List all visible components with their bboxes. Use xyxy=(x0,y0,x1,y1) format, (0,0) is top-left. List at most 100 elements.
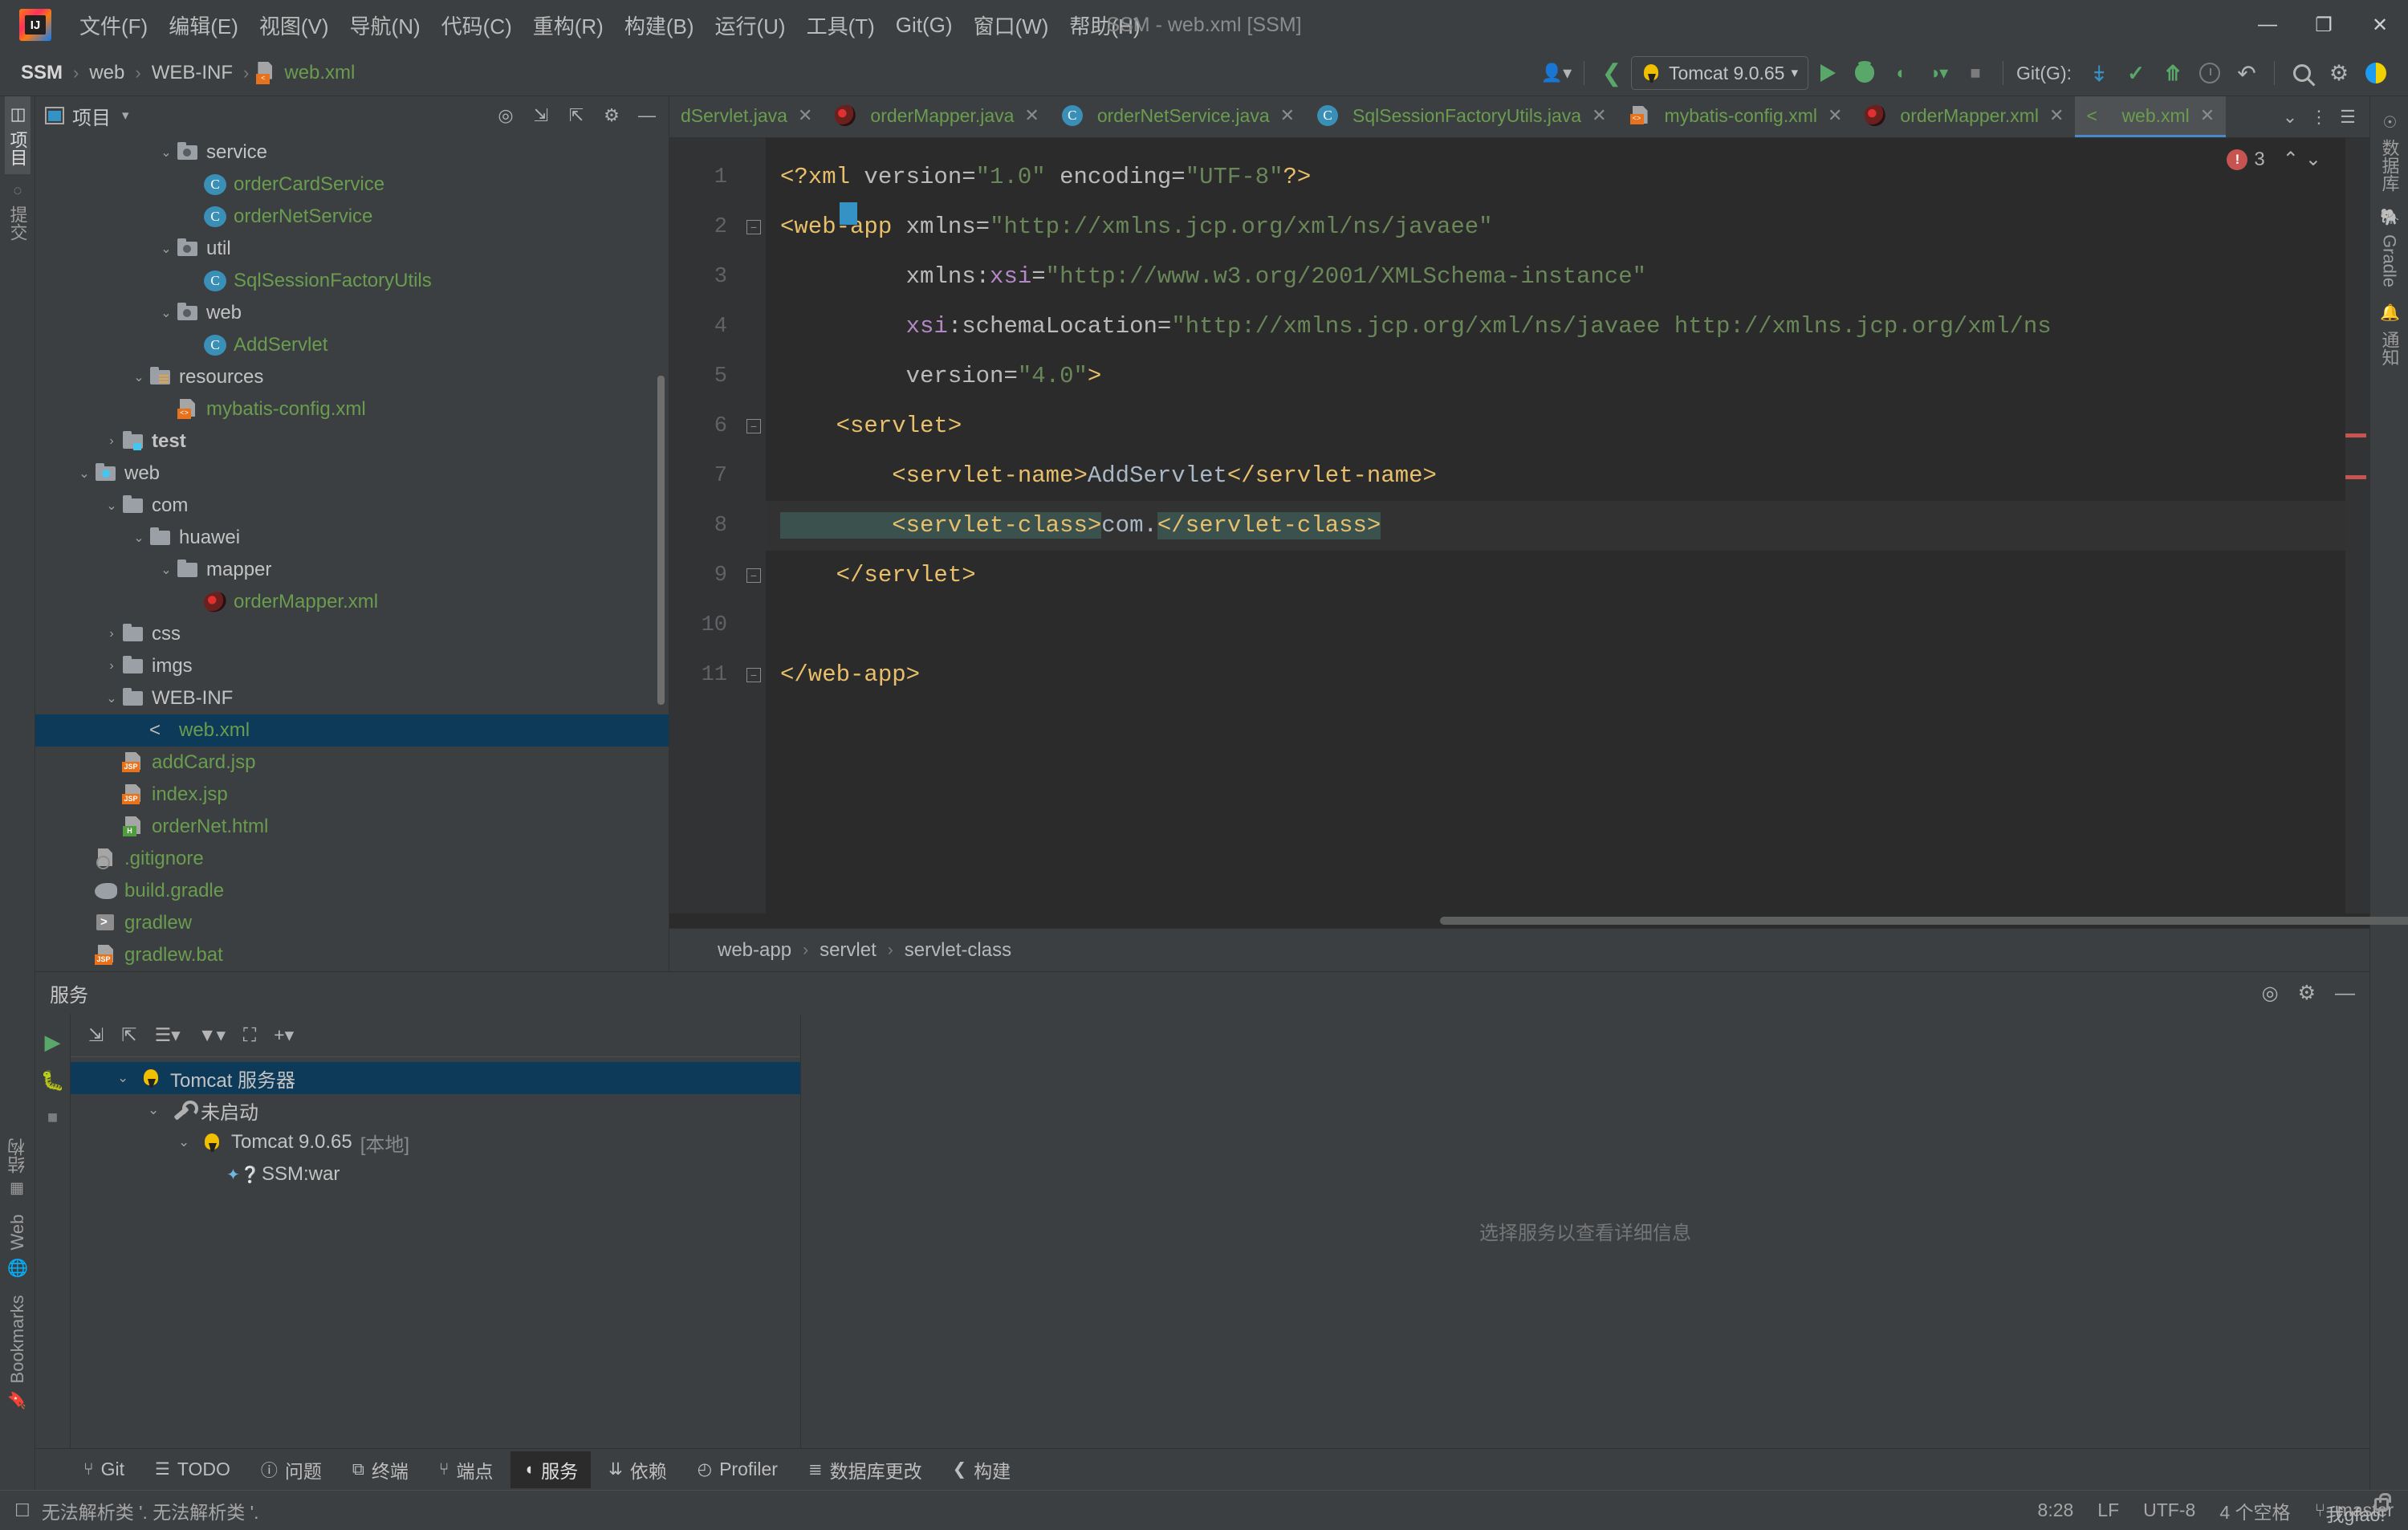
code-area[interactable]: <?xml version="1.0" encoding="UTF-8"?> <w… xyxy=(766,138,2369,914)
caret-position[interactable]: 8:28 xyxy=(2038,1499,2074,1521)
project-tree-row[interactable]: › imgs xyxy=(35,650,669,682)
project-tree-row[interactable]: web.xml xyxy=(35,714,669,747)
close-button[interactable]: ✕ xyxy=(2352,0,2408,50)
project-tree-row[interactable]: ⌄ com xyxy=(35,490,669,522)
chevron-down-icon[interactable]: ⌄ xyxy=(128,530,149,546)
chevron-right-icon[interactable]: › xyxy=(101,627,122,641)
editor-tab[interactable]: web.xml ✕ xyxy=(2075,96,2227,137)
sidebar-item-structure[interactable]: ▦ 结构 xyxy=(5,1130,31,1207)
bottom-tab-端点[interactable]: ⑂ 端点 xyxy=(426,1451,506,1488)
tab-overflow-icon[interactable]: ⌄ xyxy=(2278,107,2302,128)
git-rollback-icon[interactable]: ↶ xyxy=(2229,55,2264,91)
bottom-tab-终端[interactable]: ⧉ 终端 xyxy=(340,1451,421,1488)
project-tree-row[interactable]: ⌄ huawei xyxy=(35,522,669,554)
editor-tab[interactable]: SqlSessionFactoryUtils.java ✕ xyxy=(1306,96,1618,137)
project-tree-row[interactable]: index.jsp xyxy=(35,779,669,811)
code-line[interactable]: <web-app xmlns="http://xmlns.jcp.org/xml… xyxy=(766,202,2369,252)
services-stop-icon[interactable]: ■ xyxy=(47,1107,58,1128)
user-account-icon[interactable]: 👤▾ xyxy=(1539,55,1574,91)
project-tree-row[interactable]: mybatis-config.xml xyxy=(35,393,669,425)
git-push-icon[interactable]: ⤊ xyxy=(2155,55,2190,91)
close-tab-icon[interactable]: ✕ xyxy=(2200,105,2215,126)
chevron-down-icon[interactable]: ⌄ xyxy=(128,369,149,385)
prev-error-icon[interactable]: ⌃ xyxy=(2283,148,2299,171)
expand-all-icon[interactable]: ⇲ xyxy=(88,1024,104,1046)
chevron-down-icon[interactable]: ⌄ xyxy=(156,305,177,321)
panel-settings-gear-icon[interactable]: ⚙ xyxy=(600,104,624,128)
layout-icon[interactable]: ⛶ xyxy=(243,1024,256,1046)
sidebar-item-web[interactable]: 🌐 Web xyxy=(7,1207,28,1286)
tab-options-icon[interactable]: ⋮ xyxy=(2307,107,2331,128)
indent-setting[interactable]: 4 个空格 xyxy=(2219,1497,2290,1524)
project-tree-row[interactable]: orderNet.html xyxy=(35,811,669,843)
expand-all-icon[interactable]: ⇲ xyxy=(529,104,553,128)
fold-handle[interactable]: − xyxy=(742,551,766,600)
git-branch-widget[interactable]: ⑂ master 我gfao! xyxy=(2315,1493,2394,1525)
run-configuration-selector[interactable]: Tomcat 9.0.65 ▾ xyxy=(1630,56,1808,90)
sidebar-item-notifications[interactable]: 🔔 通知 xyxy=(2377,295,2402,373)
code-line[interactable] xyxy=(766,600,2369,650)
sidebar-item-commit[interactable]: ◌ 提交 xyxy=(5,174,31,249)
menu-view[interactable]: 视图(V) xyxy=(249,7,340,43)
bottom-tab-构建[interactable]: ❮ 构建 xyxy=(940,1451,1024,1488)
close-tab-icon[interactable]: ✕ xyxy=(1280,105,1295,126)
services-locate-icon[interactable]: ◎ xyxy=(2262,982,2279,1005)
web-descriptor-gutter-icon[interactable] xyxy=(840,202,857,225)
fold-column[interactable]: − − − − xyxy=(742,138,766,914)
filter-icon[interactable]: ▼▾ xyxy=(198,1024,226,1046)
code-line[interactable]: xmlns:xsi="http://www.w3.org/2001/XMLSch… xyxy=(766,252,2369,302)
close-tab-icon[interactable]: ✕ xyxy=(2049,105,2064,126)
bottom-tab-服务[interactable]: ◖ 服务 xyxy=(510,1451,592,1488)
project-tree-row[interactable]: orderCardService xyxy=(35,169,669,201)
breadcrumb-webxml[interactable]: web.xml xyxy=(281,62,358,84)
chevron-down-icon[interactable]: ⌄ xyxy=(178,1134,201,1150)
services-settings-gear-icon[interactable]: ⚙ xyxy=(2298,981,2316,1005)
code-line[interactable]: </servlet> xyxy=(766,551,2369,600)
project-tree[interactable]: ⌄ service orderCardService orderNetService ⌄… xyxy=(35,135,669,971)
chevron-down-icon[interactable]: ⌄ xyxy=(117,1070,140,1086)
git-history-icon[interactable] xyxy=(2192,55,2227,91)
project-tree-row[interactable]: ⌄ util xyxy=(35,233,669,265)
menu-navigate[interactable]: 导航(N) xyxy=(340,7,431,43)
editor-tab[interactable]: dServlet.java ✕ xyxy=(669,96,824,137)
close-tab-icon[interactable]: ✕ xyxy=(1024,105,1039,126)
editor-breadcrumb-servlet[interactable]: servlet xyxy=(820,939,877,962)
code-line[interactable]: </web-app> xyxy=(766,650,2369,700)
fold-handle[interactable]: − xyxy=(742,650,766,700)
menu-edit[interactable]: 编辑(E) xyxy=(158,7,249,43)
next-error-icon[interactable]: ⌄ xyxy=(2305,148,2321,171)
chevron-down-icon[interactable]: ⌄ xyxy=(74,466,95,482)
chevron-down-icon[interactable]: ▾ xyxy=(122,108,129,124)
project-tree-row[interactable]: build.gradle xyxy=(35,875,669,907)
collapse-all-icon[interactable]: ⇱ xyxy=(121,1024,136,1046)
services-tree-row[interactable]: ⌄ 未启动 xyxy=(71,1094,800,1126)
fold-handle[interactable]: − xyxy=(742,202,766,252)
select-opened-file-icon[interactable]: ◎ xyxy=(494,104,518,128)
editor-tab[interactable]: orderMapper.xml ✕ xyxy=(1853,96,2075,137)
debug-button[interactable] xyxy=(1847,55,1882,91)
services-tree[interactable]: ⌄ Tomcat 服务器 ⌄ 未启动 ⌄ Tomcat 9.0.65 [本地] ✦ ❔ SSM:w… xyxy=(71,1057,800,1190)
search-everywhere-icon[interactable] xyxy=(2284,55,2320,91)
profile-button[interactable]: ◑▾ xyxy=(1921,55,1956,91)
project-tree-row[interactable]: ⌄ web xyxy=(35,458,669,490)
bottom-tab-数据库更改[interactable]: ≣ 数据库更改 xyxy=(795,1451,935,1488)
bottom-tab-问题[interactable]: ⓘ 问题 xyxy=(248,1451,335,1488)
git-commit-icon[interactable]: ✓ xyxy=(2118,55,2154,91)
group-by-icon[interactable]: ☰▾ xyxy=(155,1024,181,1046)
project-tree-row[interactable]: .gitignore xyxy=(35,843,669,875)
project-tree-row[interactable]: gradlew.bat xyxy=(35,939,669,971)
ide-theme-icon[interactable] xyxy=(2358,55,2394,91)
services-debug-icon[interactable]: 🐛 xyxy=(41,1069,65,1093)
run-with-coverage-button[interactable]: ◐ xyxy=(1884,55,1919,91)
project-tree-row[interactable]: ⌄ mapper xyxy=(35,554,669,586)
project-tree-row[interactable]: › test xyxy=(35,425,669,458)
chevron-down-icon[interactable]: ⌄ xyxy=(148,1102,170,1118)
menu-file[interactable]: 文件(F) xyxy=(69,7,158,43)
editor-breadcrumb-webapp[interactable]: web-app xyxy=(718,939,791,962)
project-tree-row[interactable]: ⌄ web xyxy=(35,297,669,329)
editor-tab[interactable]: orderNetService.java ✕ xyxy=(1051,96,1306,137)
bottom-tab-profiler[interactable]: ◴ Profiler xyxy=(685,1454,791,1485)
fold-handle[interactable]: − xyxy=(742,401,766,451)
close-tab-icon[interactable]: ✕ xyxy=(1592,105,1606,126)
error-marker-rail[interactable] xyxy=(2345,138,2369,914)
